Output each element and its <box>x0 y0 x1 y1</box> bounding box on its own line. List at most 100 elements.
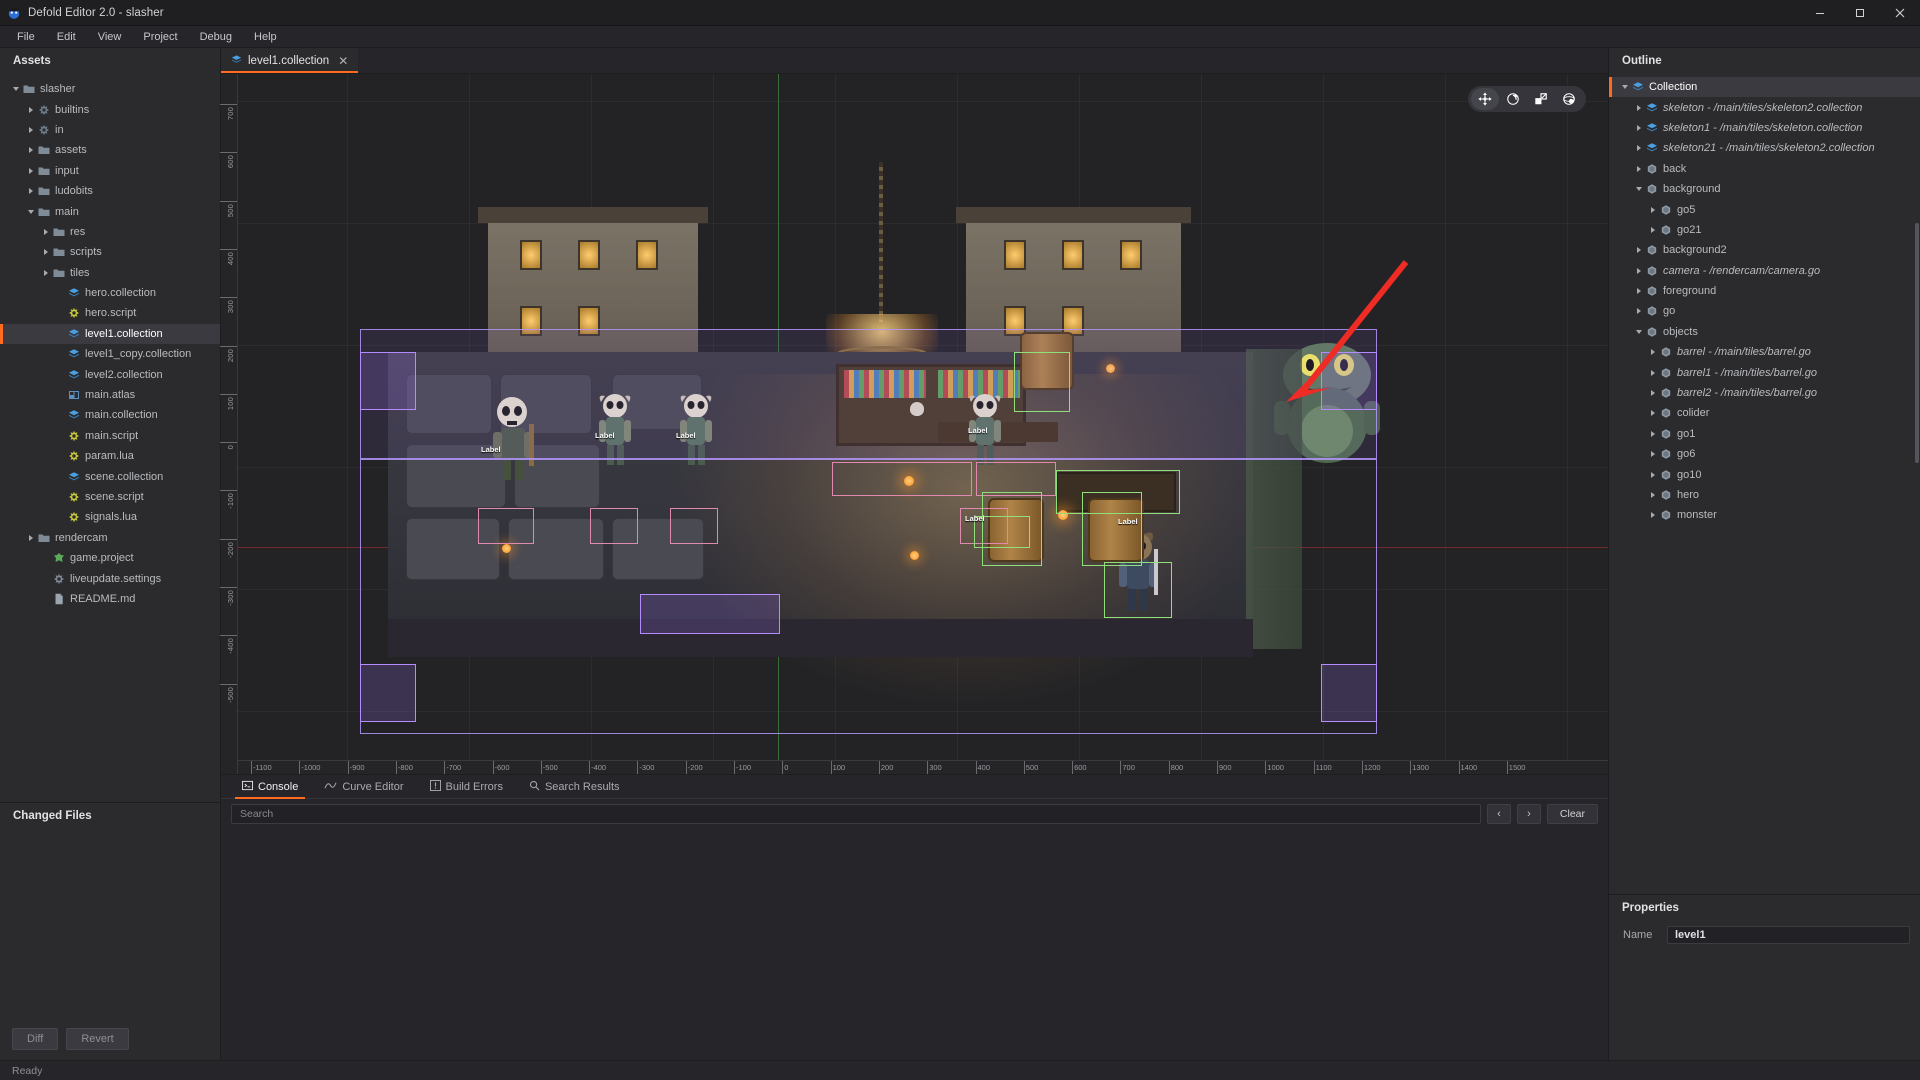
tree-toggle[interactable] <box>25 167 36 174</box>
tree-toggle[interactable] <box>1647 226 1658 233</box>
tree-toggle[interactable] <box>25 147 36 154</box>
move-tool[interactable] <box>1471 88 1499 110</box>
tree-toggle[interactable] <box>1647 390 1658 397</box>
outline-item-hero[interactable]: hero <box>1609 485 1920 505</box>
tab-curve-editor[interactable]: Curve Editor <box>311 775 416 798</box>
chevron-right-icon[interactable] <box>28 167 33 174</box>
chevron-right-icon[interactable] <box>1650 451 1655 458</box>
outline-item-foreground[interactable]: foreground <box>1609 281 1920 301</box>
outline-tree[interactable]: Collection skeleton - /main/tiles/skeleto… <box>1609 73 1920 894</box>
menu-project[interactable]: Project <box>132 28 188 46</box>
asset-item-in[interactable]: in <box>0 120 220 140</box>
chevron-right-icon[interactable] <box>1636 145 1641 152</box>
asset-item-liveupdate-settings[interactable]: liveupdate.settings <box>0 568 220 588</box>
search-input-wrapper[interactable] <box>231 804 1481 824</box>
chevron-right-icon[interactable] <box>28 147 33 154</box>
chevron-right-icon[interactable] <box>1650 430 1655 437</box>
asset-item-rendercam[interactable]: rendercam <box>0 528 220 548</box>
tree-toggle[interactable] <box>1647 512 1658 519</box>
tree-toggle[interactable] <box>1633 329 1644 334</box>
outline-item-background[interactable]: background <box>1609 179 1920 199</box>
next-result-button[interactable]: › <box>1516 804 1541 824</box>
chevron-right-icon[interactable] <box>1650 226 1655 233</box>
chevron-right-icon[interactable] <box>1636 288 1641 295</box>
chevron-down-icon[interactable] <box>1635 187 1642 192</box>
chevron-down-icon[interactable] <box>12 87 19 92</box>
outline-item-go[interactable]: go <box>1609 301 1920 321</box>
outline-item-go21[interactable]: go21 <box>1609 220 1920 240</box>
chevron-right-icon[interactable] <box>1636 124 1641 131</box>
outline-item-skeleton21[interactable]: skeleton21 - /main/tiles/skeleton2.colle… <box>1609 138 1920 158</box>
tree-toggle[interactable] <box>1633 247 1644 254</box>
tree-toggle[interactable] <box>1647 410 1658 417</box>
tree-toggle[interactable] <box>25 126 36 133</box>
tree-toggle[interactable] <box>1633 288 1644 295</box>
chevron-right-icon[interactable] <box>1650 492 1655 498</box>
asset-item-main-collection[interactable]: main.collection <box>0 405 220 425</box>
chevron-right-icon[interactable] <box>1650 206 1655 213</box>
asset-item-builtins[interactable]: builtins <box>0 99 220 119</box>
tree-toggle[interactable] <box>1647 430 1658 437</box>
assets-tree[interactable]: slasher builtins in assets input ludobits main… <box>0 73 220 802</box>
chevron-right-icon[interactable] <box>1636 247 1641 254</box>
tab-search-results[interactable]: Search Results <box>516 775 633 798</box>
chevron-right-icon[interactable] <box>1650 471 1655 478</box>
asset-item-main[interactable]: main <box>0 201 220 221</box>
tree-toggle[interactable] <box>1633 165 1644 172</box>
asset-item-slasher[interactable]: slasher <box>0 79 220 99</box>
asset-item-level1-collection[interactable]: level1.collection <box>0 323 220 345</box>
revert-button[interactable]: Revert <box>66 1028 129 1050</box>
tree-toggle[interactable] <box>1647 492 1658 498</box>
chevron-right-icon[interactable] <box>1650 390 1655 397</box>
chevron-right-icon[interactable] <box>1650 410 1655 417</box>
console-output[interactable] <box>221 829 1608 1060</box>
chevron-right-icon[interactable] <box>1636 267 1641 274</box>
previous-result-button[interactable]: ‹ <box>1486 804 1511 824</box>
outline-item-go1[interactable]: go1 <box>1609 424 1920 444</box>
chevron-right-icon[interactable] <box>43 269 48 276</box>
menu-file[interactable]: File <box>6 28 46 46</box>
outline-item-monster[interactable]: monster <box>1609 505 1920 525</box>
tree-toggle[interactable] <box>10 87 21 92</box>
asset-item-level2-collection[interactable]: level2.collection <box>0 364 220 384</box>
asset-item-game-project[interactable]: game.project <box>0 548 220 568</box>
tree-toggle[interactable] <box>1633 187 1644 192</box>
menu-edit[interactable]: Edit <box>46 28 87 46</box>
chevron-right-icon[interactable] <box>1636 308 1641 315</box>
asset-item-param-lua[interactable]: param.lua <box>0 446 220 466</box>
diff-button[interactable]: Diff <box>12 1028 59 1050</box>
menu-view[interactable]: View <box>87 28 133 46</box>
tab-build-errors[interactable]: Build Errors <box>417 775 516 798</box>
tree-toggle[interactable] <box>1619 85 1630 90</box>
outline-item-background2[interactable]: background2 <box>1609 240 1920 260</box>
asset-item-hero-script[interactable]: hero.script <box>0 303 220 323</box>
tree-toggle[interactable] <box>25 188 36 195</box>
close-button[interactable] <box>1880 0 1920 26</box>
tree-toggle[interactable] <box>40 269 51 276</box>
asset-item-scene-collection[interactable]: scene.collection <box>0 466 220 486</box>
outline-item-barrel2[interactable]: barrel2 - /main/tiles/barrel.go <box>1609 383 1920 403</box>
chevron-right-icon[interactable] <box>28 534 33 541</box>
asset-item-readme-md[interactable]: README.md <box>0 589 220 609</box>
camera-tool[interactable] <box>1555 88 1583 110</box>
asset-item-res[interactable]: res <box>0 222 220 242</box>
scale-tool[interactable] <box>1527 88 1555 110</box>
chevron-right-icon[interactable] <box>1650 512 1655 519</box>
chevron-right-icon[interactable] <box>43 228 48 235</box>
close-tab-icon[interactable]: ✕ <box>338 54 348 68</box>
outline-item-colider[interactable]: colider <box>1609 403 1920 423</box>
outline-item-skeleton[interactable]: skeleton - /main/tiles/skeleton2.collect… <box>1609 97 1920 117</box>
tree-toggle[interactable] <box>1647 369 1658 376</box>
tree-toggle[interactable] <box>40 228 51 235</box>
chevron-right-icon[interactable] <box>43 249 48 256</box>
outline-item-camera[interactable]: camera - /rendercam/camera.go <box>1609 261 1920 281</box>
asset-item-main-script[interactable]: main.script <box>0 426 220 446</box>
tab-level1-collection[interactable]: level1.collection ✕ <box>221 48 359 73</box>
chevron-right-icon[interactable] <box>28 126 33 133</box>
tree-toggle[interactable] <box>1633 124 1644 131</box>
tree-toggle[interactable] <box>1647 451 1658 458</box>
asset-item-ludobits[interactable]: ludobits <box>0 181 220 201</box>
asset-item-scene-script[interactable]: scene.script <box>0 487 220 507</box>
outline-item-barrel[interactable]: barrel - /main/tiles/barrel.go <box>1609 342 1920 362</box>
asset-item-main-atlas[interactable]: main.atlas <box>0 385 220 405</box>
